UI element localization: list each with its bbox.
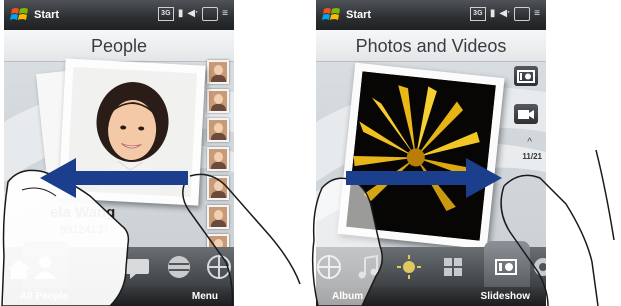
globe-icon[interactable] <box>316 253 344 281</box>
softkey-album[interactable]: Album <box>332 291 363 302</box>
title-bar: Start 3G ▮ ◀ᐧ ≡ <box>4 0 234 30</box>
status-icons: 3G ▮ ◀ᐧ ≡ <box>157 7 228 21</box>
volume-icon[interactable]: ◀ᐧ <box>187 7 198 21</box>
signal-icon: ▮ <box>489 8 496 19</box>
people-screen: Start 3G ▮ ◀ᐧ ≡ People ela Wang 89124137… <box>4 0 234 306</box>
messaging-icon[interactable] <box>122 253 152 281</box>
softkey-slideshow[interactable]: Slideshow <box>481 291 530 302</box>
windows-start-icon[interactable] <box>10 6 30 24</box>
volume-icon[interactable]: ◀ᐧ <box>499 7 510 21</box>
contact-thumbnail[interactable] <box>207 176 229 200</box>
start-label[interactable]: Start <box>346 9 371 21</box>
contact-thumbnail[interactable] <box>207 147 229 171</box>
softkey-menu[interactable]: Menu <box>192 291 218 302</box>
start-label[interactable]: Start <box>34 9 59 21</box>
settings-icon[interactable] <box>528 253 546 281</box>
contact-photo-card[interactable] <box>58 58 206 206</box>
camera-button[interactable] <box>514 66 538 86</box>
battery-icon <box>202 7 219 21</box>
camera-icon <box>517 70 535 83</box>
contact-name[interactable]: ela Wang <box>50 204 115 221</box>
status-icons: 3G ▮ ◀ᐧ ≡ <box>469 7 540 21</box>
connection-menu-icon[interactable]: ≡ <box>534 7 540 21</box>
softkey-all-people[interactable]: All People <box>20 291 68 302</box>
contact-thumbnail-strip[interactable] <box>207 60 231 263</box>
contact-phone-number[interactable]: 89124137 <box>60 224 109 236</box>
camera-tab-icon[interactable] <box>492 253 522 281</box>
page-title: Photos and Videos <box>316 30 546 62</box>
connection-menu-icon[interactable]: ≡ <box>222 7 228 21</box>
title-bar: Start 3G ▮ ◀ᐧ ≡ <box>316 0 546 30</box>
tab-strip[interactable] <box>4 241 234 287</box>
photo-card[interactable] <box>337 62 505 250</box>
video-camera-button[interactable] <box>514 104 538 124</box>
video-camera-icon <box>518 110 534 119</box>
signal-icon: ▮ <box>177 8 184 19</box>
battery-icon <box>514 7 531 21</box>
music-icon[interactable] <box>354 253 384 281</box>
photo-counter: 11/21 <box>522 152 542 161</box>
page-title: People <box>4 30 234 62</box>
windows-start-icon[interactable] <box>322 6 342 24</box>
internet-icon[interactable] <box>164 253 194 281</box>
browser-icon[interactable] <box>204 253 234 281</box>
photos-videos-screen: Start 3G ▮ ◀ᐧ ≡ Photos and Videos ^ 11/2… <box>316 0 546 306</box>
weather-icon[interactable] <box>394 253 424 281</box>
grid-icon[interactable] <box>438 253 468 281</box>
softkey-bar: All People Menu <box>4 287 234 306</box>
network-3g-icon: 3G <box>469 7 486 21</box>
softkey-bar: Album Slideshow <box>316 287 546 306</box>
flower-photo <box>346 71 496 241</box>
contact-thumbnail[interactable] <box>207 60 229 84</box>
scroll-up-icon[interactable]: ^ <box>527 137 532 148</box>
network-3g-icon: 3G <box>157 7 174 21</box>
contact-thumbnail[interactable] <box>207 205 229 229</box>
contact-thumbnail[interactable] <box>207 118 229 142</box>
tab-strip[interactable] <box>316 241 546 287</box>
contact-thumbnail[interactable] <box>207 89 229 113</box>
people-icon[interactable] <box>30 253 60 281</box>
contact-portrait <box>66 66 198 198</box>
